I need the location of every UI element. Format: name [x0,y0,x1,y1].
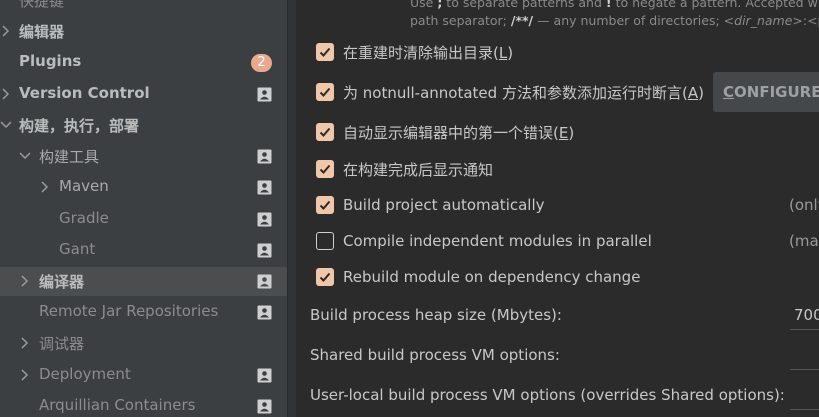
parallel-compile-note: (may [789,232,819,250]
sidebar-item-build-tools[interactable]: 构建工具 [0,142,287,171]
sidebar-item-debugger[interactable]: 调试器 [0,329,287,358]
sidebar-item-editor[interactable]: 编辑器 [0,17,287,46]
settings-sidebar: 快捷键 编辑器 Plugins 2 Version Control 构建，执行，… [0,0,287,417]
sidebar-item-plugins[interactable]: Plugins 2 [0,48,287,77]
checkbox-checked-icon[interactable] [316,196,334,214]
build-project-automatically-checkbox[interactable]: Build project automatically [316,193,545,217]
user-local-vm-options-label: User-local build process VM options (ove… [310,386,785,404]
sidebar-item-label: Arquillian Containers [39,396,196,414]
checkbox-unchecked-icon[interactable] [316,232,334,250]
project-settings-icon [257,274,272,289]
sidebar-item-label: Maven [59,177,109,195]
checkbox-label: 在构建完成后显示通知 [343,160,494,179]
project-settings-icon [257,180,272,195]
heap-size-label: Build process heap size (Mbytes): [310,306,562,324]
chevron-down-icon[interactable] [0,119,12,131]
notify-after-build-checkbox[interactable]: 在构建完成后显示通知 [316,157,493,181]
sidebar-item-label: 编译器 [39,273,85,291]
project-settings-icon [257,212,272,227]
project-settings-icon [257,399,272,414]
project-settings-icon [257,243,272,258]
checkbox-label: Rebuild module on dependency change [343,268,641,286]
chevron-right-icon[interactable] [19,369,31,381]
sidebar-item-arquillian-containers[interactable]: Arquillian Containers [0,392,287,417]
user-local-vm-options-input[interactable] [790,380,819,410]
chevron-down-icon[interactable] [19,150,31,162]
shared-vm-options-input[interactable] [790,340,819,370]
clear-output-on-rebuild-checkbox[interactable]: 在重建时清除输出目录(L) [316,40,513,64]
sidebar-item-label: Gant [59,240,96,258]
add-notnull-assertions-checkbox[interactable]: 为 notnull-annotated 方法和参数添加运行时断言(A) [316,80,704,104]
resource-patterns-hint-line1: Use ; to separate patterns and ! to nega… [410,0,819,10]
checkbox-label: Compile independent modules in parallel [343,232,652,250]
sidebar-item-label: 构建，执行，部署 [19,117,140,135]
sidebar-item-label: Remote Jar Repositories [39,302,219,320]
shared-vm-options-label: Shared build process VM options: [310,346,560,364]
checkbox-checked-icon[interactable] [316,83,334,101]
sidebar-item-compiler[interactable]: 编译器 [0,267,287,296]
checkbox-label: 为 notnull-annotated 方法和参数添加运行时断言(A) [343,83,704,102]
chevron-right-icon[interactable] [0,88,12,100]
sidebar-item-label: 快捷键 [19,0,65,10]
chevron-right-icon[interactable] [39,181,51,193]
checkbox-label: 自动显示编辑器中的第一个错误(E) [343,123,575,142]
checkbox-label: Build project automatically [343,196,545,214]
sidebar-item-label: 调试器 [39,335,85,353]
checkbox-checked-icon[interactable] [316,123,334,141]
project-settings-icon [257,305,272,320]
checkbox-checked-icon[interactable] [316,160,334,178]
chevron-right-icon[interactable] [19,275,31,287]
checkbox-checked-icon[interactable] [316,268,334,286]
sidebar-item-label: Plugins [19,52,82,70]
updates-count-badge: 2 [251,54,272,72]
build-automatically-note: (only [789,196,819,214]
project-settings-icon [257,368,272,383]
sidebar-item-keymap[interactable]: 快捷键 [0,0,287,15]
auto-show-first-error-checkbox[interactable]: 自动显示编辑器中的第一个错误(E) [316,120,574,144]
compiler-settings-panel: Use ; to separate patterns and ! to nega… [296,0,819,417]
sidebar-item-version-control[interactable]: Version Control [0,80,287,109]
splitter-handle[interactable] [287,0,296,417]
chevron-right-icon[interactable] [19,337,31,349]
sidebar-item-label: Deployment [39,365,131,383]
chevron-right-icon[interactable] [0,25,12,37]
sidebar-item-label: Version Control [19,84,150,102]
sidebar-item-gant[interactable]: Gant [0,236,287,265]
rebuild-on-dependency-change-checkbox[interactable]: Rebuild module on dependency change [316,265,640,289]
sidebar-item-label: Gradle [59,209,109,227]
project-settings-icon [257,149,272,164]
sidebar-item-gradle[interactable]: Gradle [0,205,287,234]
heap-size-input[interactable]: 700 [790,300,819,330]
sidebar-item-build-execution-deployment[interactable]: 构建，执行，部署 [0,111,287,140]
checkbox-checked-icon[interactable] [316,43,334,61]
checkbox-label: 在重建时清除输出目录(L) [343,43,514,62]
sidebar-item-maven[interactable]: Maven [0,173,287,202]
sidebar-item-deployment[interactable]: Deployment [0,361,287,390]
sidebar-item-remote-jar-repositories[interactable]: Remote Jar Repositories [0,298,287,327]
project-settings-icon [257,87,272,102]
configure-annotations-button[interactable]: CONFIGURE A [713,72,819,112]
compile-modules-in-parallel-checkbox[interactable]: Compile independent modules in parallel [316,229,652,253]
sidebar-item-label: 编辑器 [19,23,65,41]
resource-patterns-hint-line2: path separator; /**/ — any number of dir… [410,13,819,28]
sidebar-item-label: 构建工具 [39,148,100,166]
